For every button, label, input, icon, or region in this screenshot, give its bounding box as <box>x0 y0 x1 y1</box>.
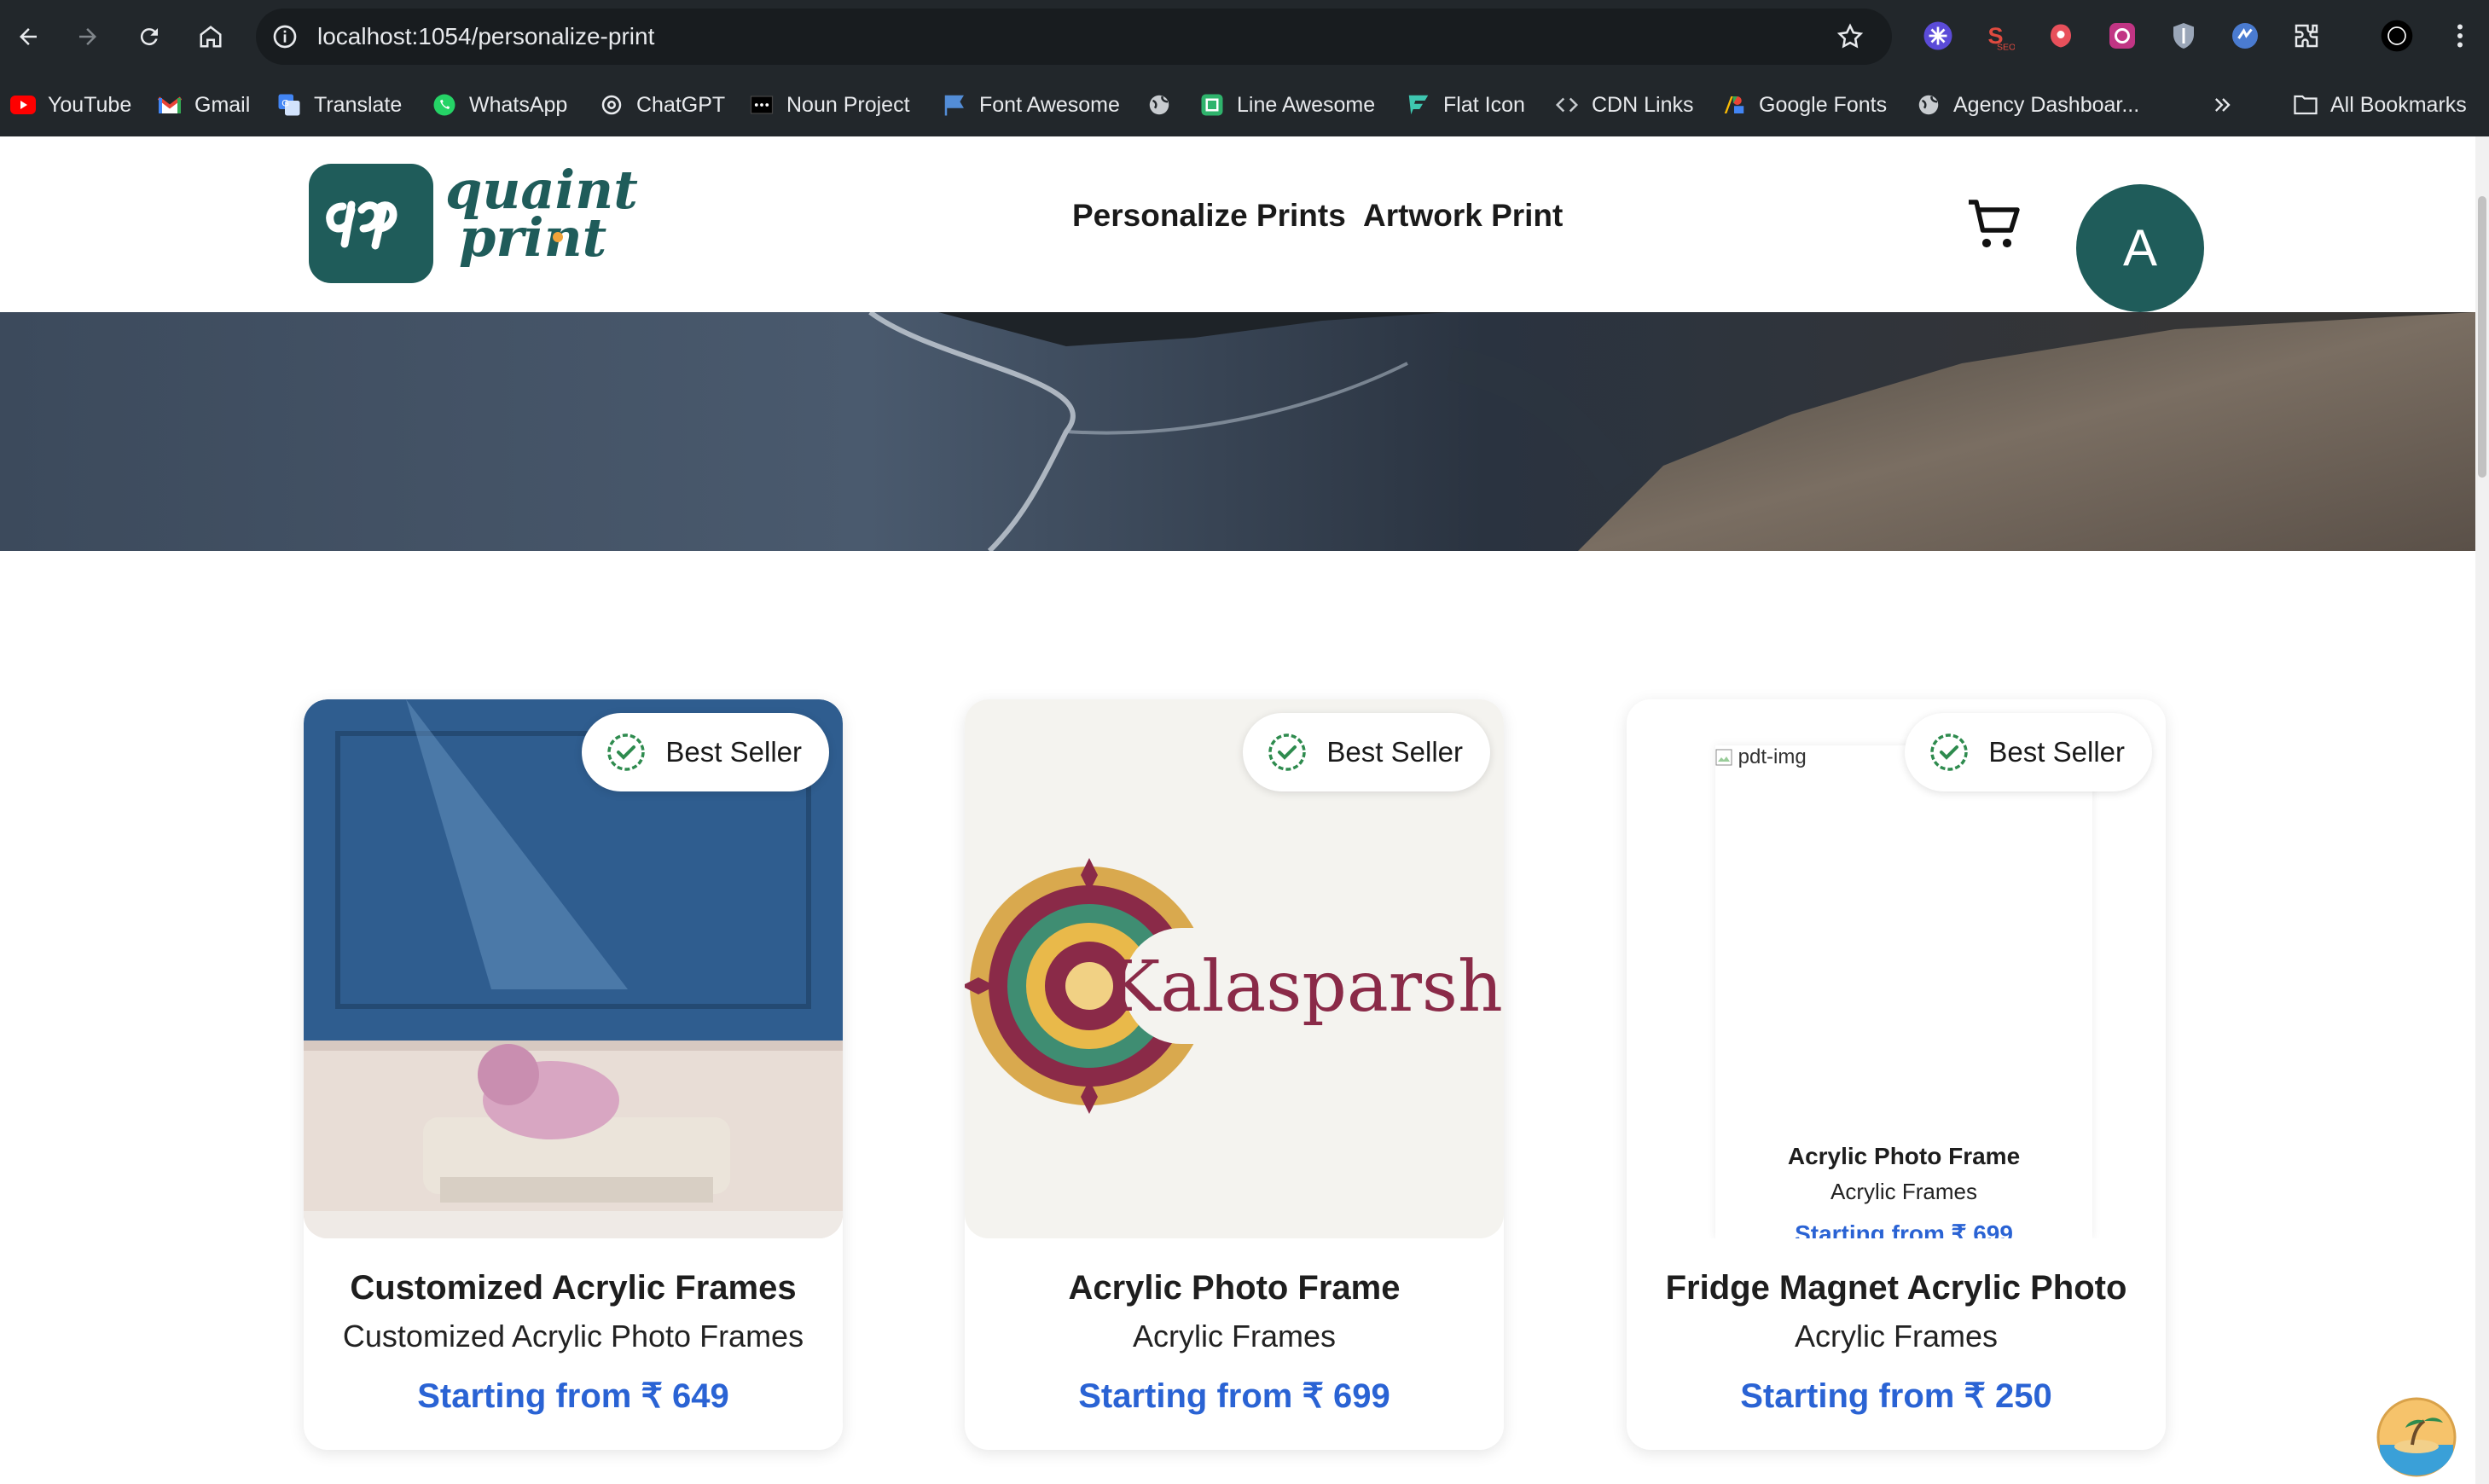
product-subtitle: Acrylic Frames <box>1794 1319 1998 1354</box>
globe-icon <box>1146 92 1172 118</box>
nav-personalize-prints[interactable]: Personalize Prints <box>1072 198 1346 234</box>
product-subtitle: Acrylic Frames <box>1132 1319 1336 1354</box>
back-icon[interactable] <box>9 17 48 56</box>
best-seller-badge: Best Seller <box>1905 713 2152 791</box>
bookmark-google-fonts[interactable]: Google Fonts <box>1721 73 1887 136</box>
broken-image-alt: pdt-img <box>1715 745 1807 769</box>
product-title[interactable]: Customized Acrylic Frames <box>304 1269 843 1307</box>
nested-product-title: Acrylic Photo Frame <box>1787 1143 2021 1169</box>
extension-3-icon[interactable] <box>2044 19 2078 53</box>
nav-artwork-print[interactable]: Artwork Print <box>1363 198 1563 234</box>
bookmark-flat-icon[interactable]: Flat Icon <box>1406 73 1525 136</box>
line-awesome-icon <box>1199 92 1225 118</box>
extension-1-icon[interactable] <box>1921 19 1955 53</box>
product-image[interactable]: pdt-img Acrylic Photo Frame Acrylic Fram… <box>1627 699 2166 1238</box>
svg-text:G: G <box>281 98 289 108</box>
avatar[interactable]: A <box>2076 184 2204 312</box>
extension-6-icon[interactable] <box>2228 19 2262 53</box>
whatsapp-icon <box>432 92 457 118</box>
seo-extension-icon[interactable]: S SEO <box>1982 19 2016 53</box>
best-seller-badge: Best Seller <box>1243 713 1490 791</box>
flaticon-icon <box>1406 92 1431 118</box>
translate-icon: G <box>276 92 302 118</box>
product-price: Starting from ₹ 649 <box>417 1377 729 1415</box>
product-image[interactable]: Best Seller <box>304 699 843 1238</box>
product-subtitle: Customized Acrylic Photo Frames <box>342 1319 804 1354</box>
google-fonts-icon <box>1721 92 1747 118</box>
hero-banner-image <box>0 312 2475 551</box>
bookmarks-bar: YouTube Gmail G Translate WhatsApp ChatG… <box>0 73 2489 136</box>
bookmark-youtube[interactable]: YouTube <box>10 73 131 136</box>
noun-project-icon <box>749 92 775 118</box>
browser-toolbar: localhost:1054/personalize-print S SEO <box>0 0 2489 73</box>
check-badge-icon <box>1268 733 1307 771</box>
bookmark-noun-project[interactable]: Noun Project <box>749 73 910 136</box>
scrollbar-thumb[interactable] <box>2478 196 2486 478</box>
product-card[interactable]: Best Seller Customized Acrylic Frames Cu… <box>304 699 843 1450</box>
bookmark-agency-dashboard[interactable]: Agency Dashboar... <box>1916 73 2139 136</box>
svg-text:SEO: SEO <box>1997 43 2015 52</box>
home-icon[interactable] <box>191 17 230 56</box>
product-image[interactable]: Kalasparsh Best Seller <box>965 699 1504 1238</box>
product-title[interactable]: Acrylic Photo Frame <box>965 1269 1504 1307</box>
url-text[interactable]: localhost:1054/personalize-print <box>317 9 654 65</box>
shield-extension-icon[interactable] <box>2167 19 2201 53</box>
check-badge-icon <box>607 733 646 771</box>
address-bar[interactable]: localhost:1054/personalize-print <box>256 9 1892 65</box>
brand-wordmark: Kalasparsh <box>1108 947 1503 1028</box>
cart-icon[interactable] <box>1964 194 2025 256</box>
bookmark-star-icon[interactable] <box>1836 22 1865 51</box>
reload-icon[interactable] <box>130 17 169 56</box>
product-price: Starting from ₹ 699 <box>1078 1377 1390 1415</box>
logo-mark-icon <box>309 164 433 283</box>
logo-text-print: print <box>459 206 607 269</box>
nested-product-card[interactable]: pdt-img Acrylic Photo Frame Acrylic Fram… <box>1715 745 2092 1238</box>
logo-dot <box>553 232 563 242</box>
bookmarks-overflow-icon[interactable] <box>2211 73 2235 136</box>
floating-chat-widget[interactable] <box>2376 1397 2457 1477</box>
code-icon <box>1554 92 1580 118</box>
font-awesome-icon <box>942 92 967 118</box>
bookmark-whatsapp[interactable]: WhatsApp <box>432 73 567 136</box>
product-title[interactable]: Fridge Magnet Acrylic Photo <box>1627 1269 2166 1307</box>
site-info-icon[interactable] <box>271 23 299 50</box>
beach-icon <box>2376 1397 2457 1477</box>
product-card[interactable]: Kalasparsh Best Seller Acrylic Photo Fra… <box>965 699 1504 1450</box>
product-price: Starting from ₹ 250 <box>1740 1377 2052 1415</box>
best-seller-badge: Best Seller <box>582 713 829 791</box>
youtube-icon <box>10 92 36 118</box>
bookmark-translate[interactable]: G Translate <box>276 73 402 136</box>
bookmark-gmail[interactable]: Gmail <box>157 73 250 136</box>
extension-4-icon[interactable] <box>2105 19 2139 53</box>
all-bookmarks[interactable]: All Bookmarks <box>2293 73 2467 136</box>
site-logo[interactable]: quaint print <box>309 164 650 292</box>
bookmark-chatgpt[interactable]: ChatGPT <box>599 73 725 136</box>
browser-menu-icon[interactable] <box>2443 19 2477 53</box>
bookmark-globe[interactable] <box>1146 73 1184 136</box>
puzzle-icon[interactable] <box>2289 19 2324 53</box>
chatgpt-icon <box>599 92 624 118</box>
folder-icon <box>2293 92 2318 118</box>
bookmark-line-awesome[interactable]: Line Awesome <box>1199 73 1375 136</box>
product-card[interactable]: pdt-img Acrylic Photo Frame Acrylic Fram… <box>1627 699 2166 1450</box>
broken-image-icon <box>1715 749 1732 766</box>
nested-product-subtitle: Acrylic Frames <box>1830 1179 1977 1204</box>
bookmark-font-awesome[interactable]: Font Awesome <box>942 73 1120 136</box>
nested-product-price: Starting from ₹ 699 <box>1795 1220 2013 1238</box>
profile-icon[interactable] <box>2380 19 2414 53</box>
globe-icon <box>1916 92 1941 118</box>
site-header: quaint print Personalize Prints Artwork … <box>0 136 2475 313</box>
page-scrollbar[interactable] <box>2475 136 2489 1484</box>
gmail-icon <box>157 92 183 118</box>
bookmark-cdn-links[interactable]: CDN Links <box>1554 73 1693 136</box>
check-badge-icon <box>1930 733 1969 771</box>
forward-icon[interactable] <box>68 17 107 56</box>
